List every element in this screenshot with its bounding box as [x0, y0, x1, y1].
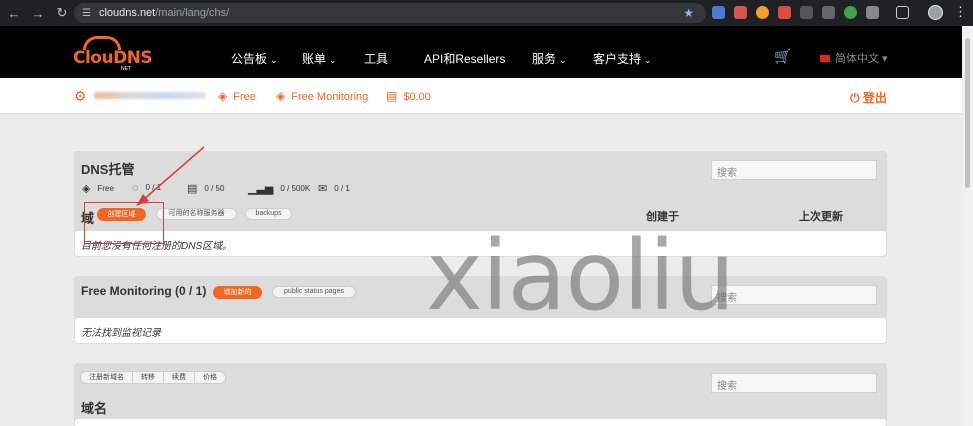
stat-plan: ◈ Free [82, 183, 114, 195]
gear-icon[interactable]: ⚙ [74, 88, 87, 105]
scrollbar-thumb[interactable] [965, 38, 970, 188]
domains-row [74, 418, 887, 426]
extension-icon[interactable] [800, 6, 813, 19]
bookmark-star-icon[interactable]: ★ [683, 6, 694, 20]
url-text: cloudns.net/main/lang/chs/ [98, 7, 230, 19]
site-header: ClouDNS NET 公告板 ⌄ 账单 ⌄ 工具 API和Resellers 服务… [0, 26, 962, 78]
monitoring-badge[interactable]: ◈ Free Monitoring [276, 89, 368, 103]
backups-button[interactable]: backups [245, 208, 292, 220]
extension-icon[interactable] [756, 6, 769, 19]
profile-avatar[interactable] [928, 5, 943, 20]
chevron-down-icon: ⌄ [270, 55, 278, 65]
nav-account[interactable]: 账单 ⌄ [302, 50, 337, 67]
records-icon: ▤ [187, 183, 198, 195]
domains-search-input[interactable]: 搜索 [711, 373, 877, 393]
annotation-box [84, 202, 164, 244]
badge-icon: ◈ [82, 183, 91, 195]
available-nameservers-button[interactable]: 可用的名称服务器 [156, 208, 237, 220]
column-updated[interactable]: 上次更新 [799, 208, 843, 224]
monitoring-search-input[interactable]: 搜索 [711, 285, 877, 305]
stat-records: ▤ 0 / 50 [187, 183, 225, 195]
extensions-puzzle-icon[interactable] [866, 6, 879, 19]
extension-icon[interactable] [822, 6, 835, 19]
language-selector[interactable]: 简体中文 ▾ [820, 50, 888, 66]
wallet-icon: ▤ [386, 89, 398, 103]
dns-search-input[interactable]: 搜索 [711, 160, 877, 180]
stat-queries: ▁▃▅ 0 / 500K [248, 183, 311, 195]
nav-api[interactable]: API和Resellers [424, 50, 505, 67]
page-scrollbar[interactable] [962, 26, 973, 426]
monitoring-panel-title: Free Monitoring (0 / 1) [81, 284, 207, 298]
stat-mail: ✉ 0 / 1 [318, 183, 350, 195]
extension-icon[interactable] [712, 6, 725, 19]
account-email-blurred[interactable] [94, 92, 206, 99]
browser-menu-icon[interactable]: ⋮ [954, 4, 967, 20]
browser-toolbar: ← → ↻ ☰ cloudns.net/main/lang/chs/ ★ ⋮ [0, 0, 973, 26]
dns-panel-title: DNS托管 [81, 162, 135, 177]
forward-icon[interactable]: → [28, 3, 48, 23]
bar-chart-icon: ▁▃▅ [248, 183, 274, 195]
balance[interactable]: ▤ $0.00 [386, 89, 431, 103]
public-status-pages-button[interactable]: public status pages [272, 286, 356, 298]
extension-icon[interactable] [734, 6, 747, 19]
china-flag-icon [820, 55, 830, 62]
tab-renew[interactable]: 续费 [164, 372, 195, 383]
watermark: xiaoliu [426, 220, 735, 332]
site-info-icon[interactable]: ☰ [82, 8, 91, 19]
nav-services[interactable]: 服务 ⌄ [532, 50, 567, 67]
reload-icon[interactable]: ↻ [52, 3, 72, 23]
add-monitor-button[interactable]: 增加新的 [213, 286, 262, 299]
zones-icon: ◌ [132, 182, 139, 194]
power-icon: ⏻ [850, 91, 860, 105]
domain-tabs: 注册新域名 转移 续费 价格 [80, 371, 226, 384]
mail-icon: ✉ [318, 183, 328, 195]
tab-transfer[interactable]: 转移 [133, 372, 164, 383]
cart-icon[interactable]: 🛒 [774, 48, 791, 65]
logout-button[interactable]: ⏻ 登出 [850, 89, 887, 106]
chevron-down-icon: ⌄ [559, 55, 567, 65]
nav-bulletin[interactable]: 公告板 ⌄ [231, 50, 278, 67]
address-bar[interactable]: ☰ cloudns.net/main/lang/chs/ ★ [74, 3, 706, 23]
extension-icon[interactable] [778, 6, 791, 19]
nav-support[interactable]: 客户支持 ⌄ [593, 50, 652, 67]
chevron-down-icon: ⌄ [329, 55, 337, 65]
tab-register-domain[interactable]: 注册新域名 [81, 372, 133, 383]
extensions-row [712, 6, 909, 19]
back-icon[interactable]: ← [4, 3, 24, 23]
tab-pricing[interactable]: 价格 [195, 372, 225, 383]
plan-badge[interactable]: ◈ Free [218, 89, 256, 103]
badge-icon: ◈ [276, 89, 286, 103]
account-bar: ⚙ ◈ Free ◈ Free Monitoring ▤ $0.00 ⏻ 登出 [0, 78, 962, 114]
monitoring-empty-text: 无法找到监视记录 [81, 328, 161, 339]
domains-panel-title: 域名 [81, 401, 108, 416]
stat-zones: ◌ 0 / 1 [132, 182, 162, 194]
chevron-down-icon: ⌄ [644, 55, 652, 65]
badge-icon: ◈ [218, 89, 228, 103]
nav-tools[interactable]: 工具 [364, 50, 388, 67]
side-panel-icon[interactable] [896, 6, 909, 19]
extension-icon[interactable] [844, 6, 857, 19]
